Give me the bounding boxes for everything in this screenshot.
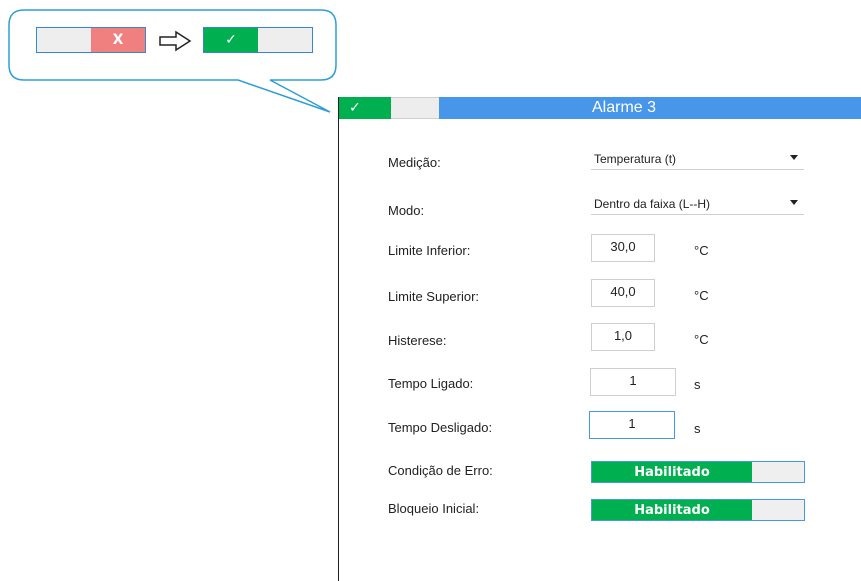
tempo-desligado-label: Tempo Desligado:: [388, 420, 493, 435]
condicao-erro-toggle[interactable]: Habilitado: [591, 461, 805, 483]
histerese-label: Histerese:: [388, 333, 447, 348]
modo-select[interactable]: Dentro da faixa (L--H): [591, 193, 804, 215]
medicao-value: Temperatura (t): [594, 151, 677, 166]
toggle-after-example: ✓: [203, 27, 313, 53]
toggle-after-on-segment: ✓: [204, 28, 258, 52]
chevron-down-icon: [790, 155, 798, 160]
limite-inferior-input[interactable]: 30,0: [591, 234, 655, 262]
bloqueio-inicial-toggle[interactable]: Habilitado: [591, 499, 805, 521]
modo-value: Dentro da faixa (L--H): [594, 196, 711, 211]
bloqueio-inicial-label: Bloqueio Inicial:: [388, 501, 480, 516]
toggle-before-off-segment: X: [91, 28, 145, 52]
toggle-after-off-segment: [258, 28, 312, 52]
condicao-erro-off-segment: [752, 462, 804, 482]
panel-title: Alarme 3: [591, 99, 657, 116]
toggle-before-on-segment: [37, 28, 91, 52]
panel-header: ✓ Alarme 3: [339, 97, 861, 119]
tempo-ligado-label: Tempo Ligado:: [388, 376, 474, 391]
limite-inferior-label: Limite Inferior:: [388, 243, 471, 258]
alarm-panel: ✓ Alarme 3 Medição: Temperatura (t) Modo…: [338, 97, 861, 581]
tempo-desligado-unit: s: [694, 421, 701, 436]
medicao-select[interactable]: Temperatura (t): [591, 148, 804, 170]
tempo-ligado-input[interactable]: 1: [590, 368, 676, 396]
alarm-enable-toggle[interactable]: ✓: [339, 97, 439, 119]
histerese-unit: °C: [694, 332, 709, 347]
alarm-enable-off-segment: [391, 97, 439, 119]
medicao-label: Medição:: [388, 155, 441, 170]
alarm-enable-on-segment: ✓: [339, 97, 391, 119]
condicao-erro-label: Condição de Erro:: [388, 463, 493, 478]
bloqueio-inicial-on-segment: Habilitado: [592, 500, 752, 520]
condicao-erro-on-segment: Habilitado: [592, 462, 752, 482]
tempo-ligado-unit: s: [694, 377, 701, 392]
bloqueio-inicial-off-segment: [752, 500, 804, 520]
histerese-input[interactable]: 1,0: [591, 323, 655, 351]
chevron-down-icon: [790, 200, 798, 205]
toggle-before-example: X: [36, 27, 146, 53]
limite-superior-unit: °C: [694, 288, 709, 303]
limite-superior-input[interactable]: 40,0: [591, 279, 655, 307]
right-arrow-icon: [159, 30, 192, 52]
limite-superior-label: Limite Superior:: [388, 289, 480, 304]
modo-label: Modo:: [388, 203, 425, 218]
limite-inferior-unit: °C: [694, 243, 709, 258]
tempo-desligado-input[interactable]: 1: [589, 411, 675, 439]
